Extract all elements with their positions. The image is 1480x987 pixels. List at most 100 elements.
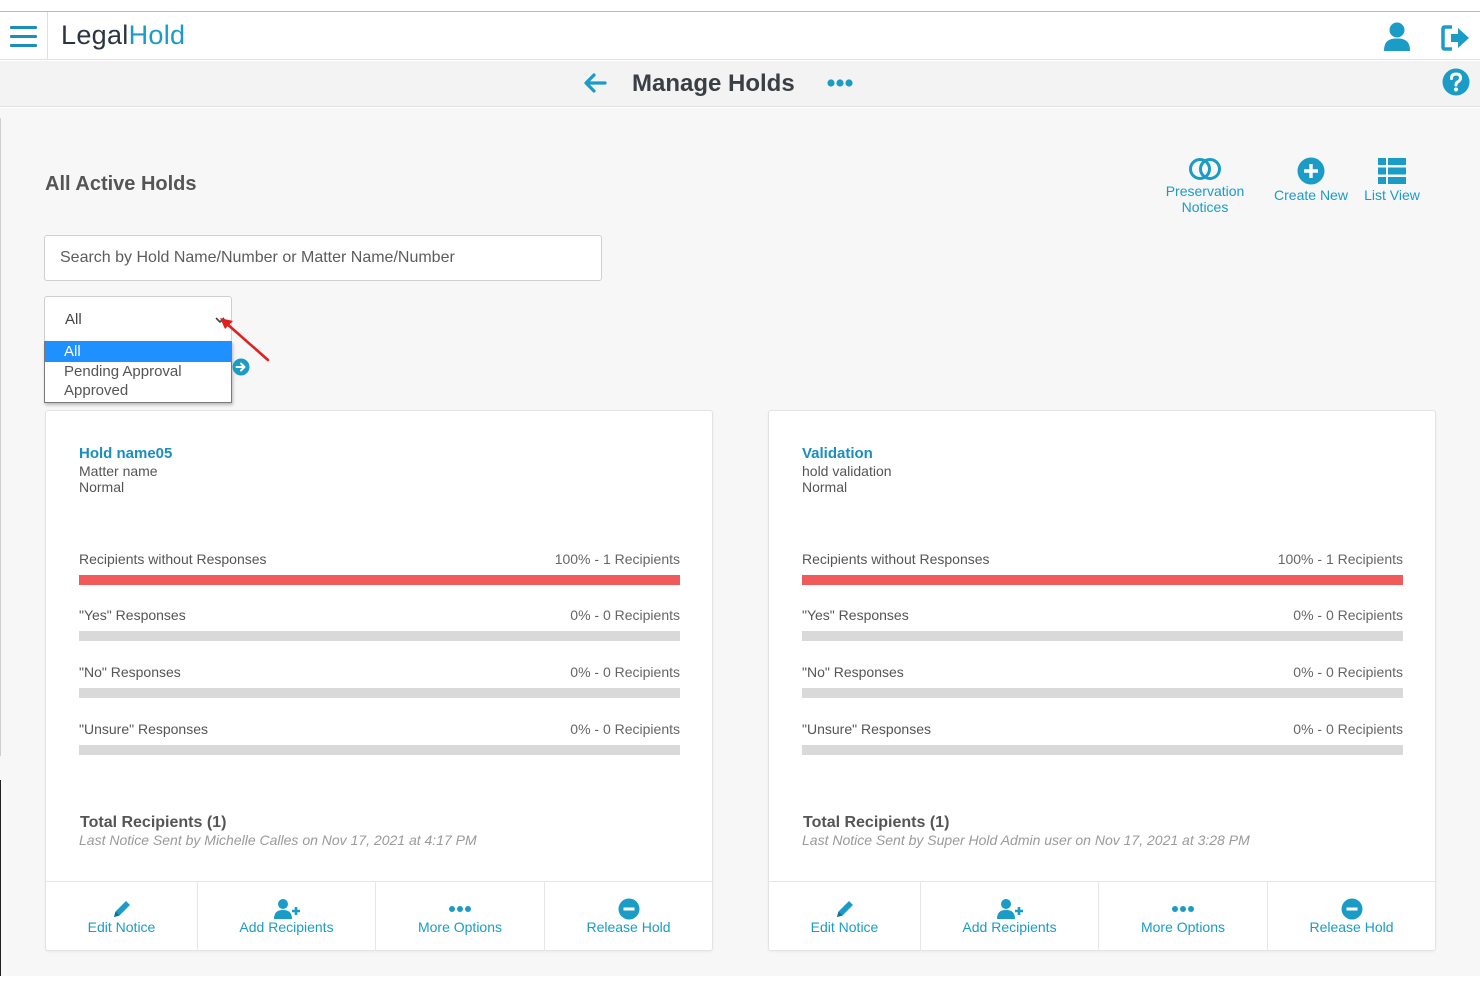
logo-text-hold: Hold	[128, 20, 186, 50]
logout-icon[interactable]	[1441, 25, 1471, 51]
metric-label: "Unsure" Responses	[802, 721, 932, 737]
add-recipients-label: Add Recipients	[239, 919, 334, 935]
metric-value: 0% - 0 Recipients	[1293, 607, 1403, 623]
hold-level: Normal	[79, 479, 125, 495]
list-view-button[interactable]: List View	[1360, 157, 1424, 203]
metric-bar-fill	[79, 575, 680, 585]
metric-no-response: Recipients without Responses 100% - 1 Re…	[802, 551, 1403, 585]
metric-value: 0% - 0 Recipients	[1293, 721, 1403, 737]
release-hold-button[interactable]: Release Hold	[1268, 882, 1435, 951]
metric-value: 0% - 0 Recipients	[1293, 664, 1403, 680]
hold-card: Validation hold validation Normal Recipi…	[768, 410, 1436, 951]
metric-label: "No" Responses	[79, 664, 181, 680]
metric-bar	[79, 575, 680, 585]
metric-no-response: Recipients without Responses 100% - 1 Re…	[79, 551, 680, 585]
list-view-label: List View	[1364, 187, 1420, 203]
metric-label: Recipients without Responses	[79, 551, 267, 567]
user-icon[interactable]	[1383, 22, 1411, 52]
hold-name-link[interactable]: Validation	[802, 445, 873, 462]
left-edge-line	[0, 118, 1, 756]
preservation-notices-label-1: Preservation	[1165, 183, 1245, 199]
hamburger-icon[interactable]	[0, 12, 48, 60]
edit-notice-label: Edit Notice	[87, 919, 156, 935]
total-recipients: Total Recipients (1)	[803, 814, 950, 831]
user-plus-icon	[273, 899, 300, 919]
create-new-label: Create New	[1274, 187, 1348, 203]
left-edge-line-dark	[0, 780, 1, 976]
last-notice-text: Last Notice Sent by Michelle Calles on N…	[79, 832, 477, 848]
ellipsis-icon[interactable]	[826, 77, 854, 89]
metric-bar	[79, 631, 680, 641]
add-recipients-label: Add Recipients	[962, 919, 1057, 935]
app-logo[interactable]: LegalHold	[61, 20, 185, 51]
filter-option-pending-approval[interactable]: Pending Approval	[45, 362, 231, 382]
ellipsis-icon	[449, 906, 471, 912]
release-hold-label: Release Hold	[586, 919, 671, 935]
hold-name-link[interactable]: Hold name05	[79, 445, 172, 462]
total-recipients: Total Recipients (1)	[80, 814, 227, 831]
filter-option-all[interactable]: All	[45, 342, 231, 362]
toggle-circles-icon	[1189, 158, 1221, 180]
user-plus-icon	[996, 899, 1023, 919]
minus-circle-icon	[618, 898, 639, 920]
hold-level: Normal	[802, 479, 848, 495]
metric-yes: "Yes" Responses 0% - 0 Recipients	[802, 607, 1403, 641]
more-options-button[interactable]: More Options	[1099, 882, 1268, 951]
status-filter-select[interactable]: All	[44, 296, 232, 342]
pencil-icon	[113, 901, 130, 917]
metric-bar	[802, 688, 1403, 698]
app-bar: LegalHold	[0, 12, 1480, 60]
metric-no: "No" Responses 0% - 0 Recipients	[802, 664, 1403, 698]
more-options-label: More Options	[1140, 919, 1226, 935]
matter-name: hold validation	[802, 463, 892, 479]
filter-option-approved[interactable]: Approved	[45, 381, 231, 401]
plus-circle-icon	[1297, 157, 1325, 185]
metric-no: "No" Responses 0% - 0 Recipients	[79, 664, 680, 698]
status-filter-dropdown: All Pending Approval Approved	[44, 341, 232, 403]
status-filter-value: All	[65, 311, 82, 328]
metric-label: "Yes" Responses	[79, 607, 186, 623]
edit-notice-label: Edit Notice	[810, 919, 879, 935]
hold-card: Hold name05 Matter name Normal Recipient…	[45, 410, 713, 951]
release-hold-label: Release Hold	[1309, 919, 1394, 935]
page-title: Manage Holds	[632, 70, 795, 97]
metric-unsure: "Unsure" Responses 0% - 0 Recipients	[79, 721, 680, 755]
list-view-icon	[1378, 158, 1406, 184]
metric-value: 100% - 1 Recipients	[1277, 551, 1403, 567]
metric-bar	[802, 631, 1403, 641]
edit-notice-button[interactable]: Edit Notice	[769, 882, 921, 951]
page-header-bar: Manage Holds	[0, 61, 1480, 107]
search-input[interactable]	[44, 235, 602, 281]
release-hold-button[interactable]: Release Hold	[545, 882, 712, 951]
metric-label: Recipients without Responses	[802, 551, 990, 567]
metric-value: 100% - 1 Recipients	[554, 551, 680, 567]
add-recipients-button[interactable]: Add Recipients	[198, 882, 376, 951]
metric-bar	[79, 745, 680, 755]
preservation-notices-button[interactable]: Preservation Notices	[1160, 157, 1250, 215]
matter-name: Matter name	[79, 463, 158, 479]
more-options-button[interactable]: More Options	[376, 882, 545, 951]
card-actions: Edit Notice Add Recipients More Options …	[769, 881, 1435, 951]
create-new-button[interactable]: Create New	[1270, 157, 1352, 203]
minus-circle-icon	[1341, 898, 1362, 920]
metric-unsure: "Unsure" Responses 0% - 0 Recipients	[802, 721, 1403, 755]
metric-label: "Unsure" Responses	[79, 721, 209, 737]
metric-label: "Yes" Responses	[802, 607, 909, 623]
metric-bar	[802, 745, 1403, 755]
ellipsis-icon	[1172, 906, 1194, 912]
pencil-icon	[836, 901, 853, 917]
metric-value: 0% - 0 Recipients	[570, 721, 680, 737]
question-circle-icon[interactable]	[1442, 68, 1470, 96]
section-title: All Active Holds	[45, 173, 197, 195]
metric-bar	[802, 575, 1403, 585]
preservation-notices-label-2: Notices	[1181, 199, 1229, 215]
add-recipients-button[interactable]: Add Recipients	[921, 882, 1099, 951]
annotation-arrow	[220, 318, 270, 362]
metric-bar	[79, 688, 680, 698]
more-options-label: More Options	[417, 919, 503, 935]
metric-bar-fill	[802, 575, 1403, 585]
arrow-left-icon[interactable]	[582, 70, 608, 96]
metric-value: 0% - 0 Recipients	[570, 607, 680, 623]
edit-notice-button[interactable]: Edit Notice	[46, 882, 198, 951]
metric-label: "No" Responses	[802, 664, 904, 680]
